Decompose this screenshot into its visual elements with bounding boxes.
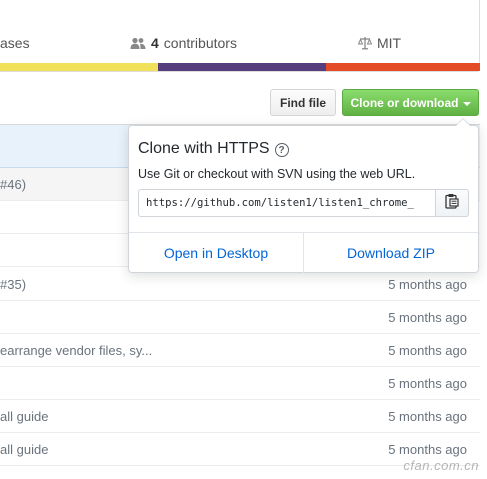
- table-row[interactable]: earrange vendor files, sy... 5 months ag…: [0, 334, 480, 367]
- clone-popover: Clone with HTTPS ? Use Git or checkout w…: [128, 118, 479, 273]
- clone-url-input[interactable]: [138, 189, 435, 217]
- download-zip-button[interactable]: Download ZIP: [303, 233, 478, 273]
- law-icon: [358, 36, 372, 50]
- question-icon[interactable]: ?: [274, 143, 289, 157]
- find-file-label: Find file: [280, 95, 326, 110]
- language-segment-3[interactable]: [326, 63, 480, 71]
- popover-title-text: Clone with HTTPS: [138, 140, 270, 157]
- caret-down-icon: [462, 101, 471, 106]
- people-icon: [130, 37, 146, 50]
- commit-message[interactable]: #46): [0, 177, 26, 192]
- clone-download-label: Clone or download: [350, 95, 459, 110]
- commit-message[interactable]: all guide: [0, 442, 48, 457]
- commit-age: 5 months ago: [388, 376, 467, 391]
- contributors-label: contributors: [163, 35, 237, 51]
- releases-link[interactable]: ases: [0, 35, 30, 51]
- commit-age: 5 months ago: [388, 277, 467, 292]
- repo-summary: ases 4 contributors MIT: [0, 0, 480, 72]
- contributors-link[interactable]: 4 contributors: [130, 35, 237, 51]
- commit-age: 5 months ago: [388, 343, 467, 358]
- language-segment-1[interactable]: [0, 63, 159, 71]
- license-link[interactable]: MIT: [358, 35, 401, 51]
- clipboard-icon: [445, 193, 459, 214]
- commit-message[interactable]: earrange vendor files, sy...: [0, 343, 152, 358]
- popover-title: Clone with HTTPS ?: [138, 140, 289, 158]
- commit-age: 5 months ago: [388, 310, 467, 325]
- language-bar[interactable]: [0, 63, 480, 71]
- commit-age: 5 months ago: [388, 409, 467, 424]
- popover-description: Use Git or checkout with SVN using the w…: [138, 167, 416, 181]
- watermark: cfan.com.cn: [403, 458, 479, 473]
- contributors-count: 4: [151, 35, 159, 51]
- table-row[interactable]: all guide 5 months ago: [0, 400, 480, 433]
- popover-arrow: [455, 118, 471, 126]
- copy-url-button[interactable]: [435, 189, 469, 217]
- open-in-desktop-button[interactable]: Open in Desktop: [129, 233, 303, 273]
- find-file-button[interactable]: Find file: [270, 89, 336, 116]
- table-row[interactable]: 5 months ago: [0, 367, 480, 400]
- language-segment-2[interactable]: [158, 63, 327, 71]
- commit-message[interactable]: all guide: [0, 409, 48, 424]
- clone-url-group: [138, 189, 469, 217]
- popover-actions: Open in Desktop Download ZIP: [129, 232, 478, 273]
- table-row[interactable]: 5 months ago: [0, 301, 480, 334]
- commit-age: 5 months ago: [388, 442, 467, 457]
- license-label: MIT: [377, 35, 402, 51]
- clone-download-button[interactable]: Clone or download: [342, 89, 479, 116]
- releases-label: ases: [0, 35, 30, 51]
- commit-message[interactable]: #35): [0, 277, 26, 292]
